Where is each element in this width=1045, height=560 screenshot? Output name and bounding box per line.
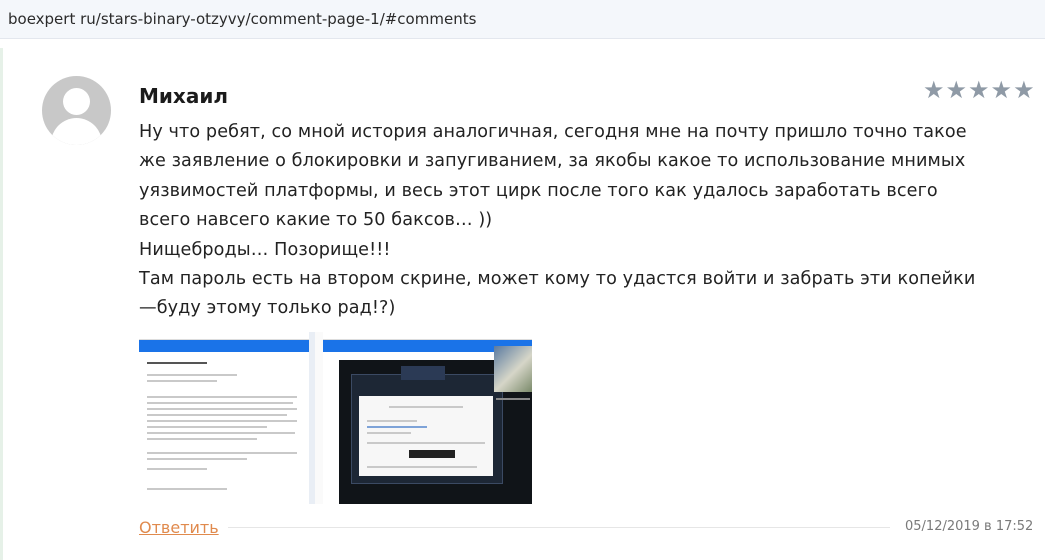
comment-line: Ну что ребят, со мной история аналогична… [139,122,967,142]
screenshot-line [147,458,247,460]
footer-divider [228,527,890,528]
screenshot-line [147,488,227,490]
comment-line: Там пароль есть на втором скрине, может … [139,269,976,290]
star-icon: ★ [923,76,945,104]
star-icon: ★ [945,76,968,104]
address-bar[interactable]: boexpert ru/stars-binary-otzyvy/comment-… [0,0,1045,39]
comment-line: всего навсего какие то 50 баксов… )) [139,210,493,231]
screenshot-link [367,426,427,428]
screenshot-topbar [323,332,532,340]
screenshot-line [367,432,411,434]
comment-text: Ну что ребят, со мной история аналогична… [139,118,1039,324]
screenshot-email-pane [139,332,309,504]
screenshot-line [147,374,237,376]
screenshot-line [367,466,477,468]
url-text[interactable]: boexpert ru/stars-binary-otzyvy/comment-… [8,10,476,28]
screenshot-line [147,396,297,398]
screenshot-line [147,420,297,422]
screenshot-line [147,468,207,470]
comment-line: же заявление о блокировки и запугиванием… [139,151,966,172]
comment-date: 05/12/2019 в 17:52 [905,519,1034,534]
comment-line: уязвимостей платформы, и весь этот цирк … [139,180,938,201]
comment-line: Нищеброды… Позорище!!! [139,239,391,260]
avatar-head [63,88,90,115]
screenshot-line [147,362,207,364]
screenshot-line [367,442,485,444]
card-left-border [0,48,3,560]
reply-link[interactable]: Ответить [139,518,219,537]
screenshot-line [147,452,297,454]
comment-author: Михаил [139,84,228,108]
screenshot-line [147,432,295,434]
screenshot-line [147,438,257,440]
screenshot-logo [401,366,445,380]
screenshot-line [389,406,463,408]
screenshot-line [367,420,417,422]
screenshot-tool-column [315,332,499,504]
screenshot-topbar [139,332,309,340]
avatar [42,76,111,145]
rating-stars: ★ ★ ★ ★ ★ [923,78,1035,102]
comment-line: —буду этому только рад!?) [139,298,396,319]
attached-screenshot[interactable] [139,332,532,504]
screenshot-line [147,402,293,404]
screenshot-toolbar [139,340,309,352]
screenshot-button [409,450,455,458]
screenshot-side-image [494,346,532,392]
screenshot-line [147,426,267,428]
screenshot-email-card [359,396,493,476]
screenshot-side-text [496,398,530,400]
star-icon: ★ [968,76,990,104]
screenshot-line [147,408,297,410]
avatar-body [51,118,102,145]
screenshot-email-body [143,356,305,496]
star-icon: ★ [990,76,1013,104]
screenshot-line [147,414,287,416]
screenshot-line [147,380,217,382]
star-icon: ★ [1013,76,1035,104]
